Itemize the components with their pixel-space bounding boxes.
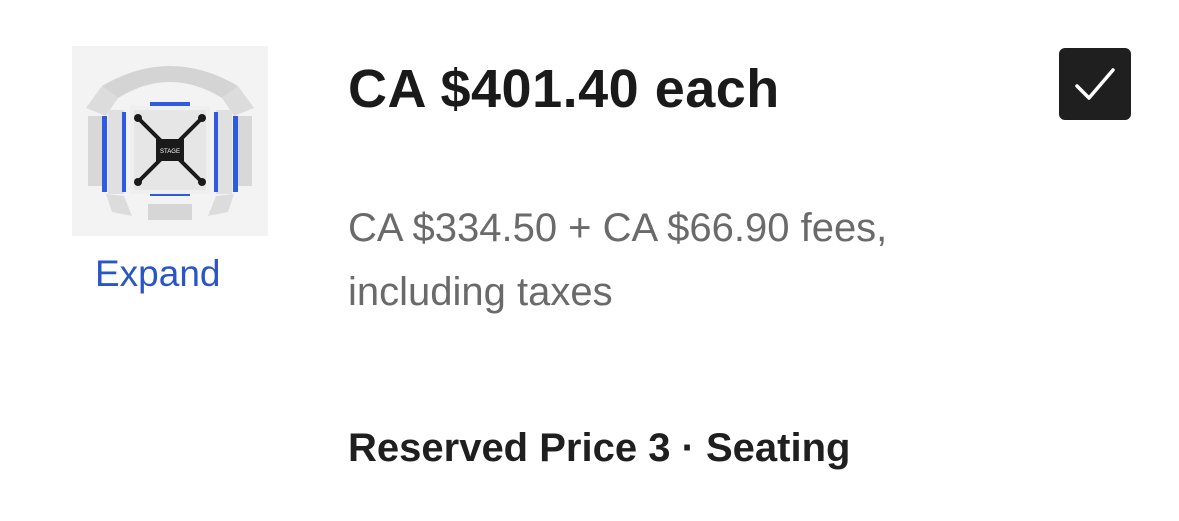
ticket-option-card: STAGE Expand CA $401.40 each CA $334.50 … bbox=[0, 0, 1179, 521]
price-breakdown-line-2: including taxes bbox=[348, 270, 613, 314]
select-ticket-checkbox[interactable] bbox=[1059, 48, 1131, 120]
stage-label: STAGE bbox=[160, 149, 180, 155]
seat-map-thumbnail[interactable]: STAGE bbox=[72, 46, 268, 236]
price-breakdown: CA $334.50 + CA $66.90 fees, including t… bbox=[348, 196, 1048, 324]
price-each: CA $401.40 each bbox=[348, 59, 780, 119]
checkmark-icon bbox=[1075, 68, 1115, 100]
price-breakdown-line-1: CA $334.50 + CA $66.90 fees, bbox=[348, 206, 888, 250]
section-label: Reserved Price 3 · Seating bbox=[348, 426, 851, 470]
expand-map-link[interactable]: Expand bbox=[95, 252, 221, 296]
seat-map-icon: STAGE bbox=[86, 66, 254, 220]
